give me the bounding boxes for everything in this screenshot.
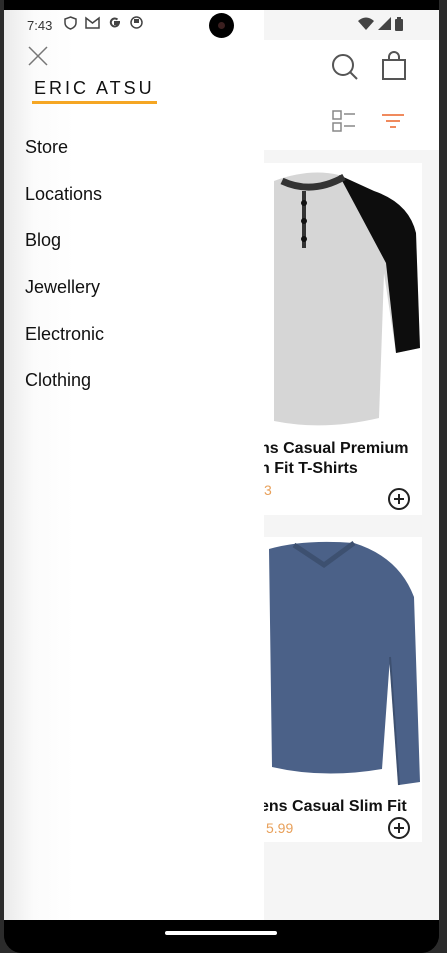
add-to-cart-icon[interactable] bbox=[387, 487, 411, 511]
front-camera bbox=[209, 13, 234, 38]
menu-item-store[interactable]: Store bbox=[25, 136, 104, 183]
menu-item-clothing[interactable]: Clothing bbox=[25, 369, 104, 416]
signal-icon bbox=[378, 17, 391, 30]
system-icons bbox=[358, 17, 403, 31]
menu-item-blog[interactable]: Blog bbox=[25, 229, 104, 276]
google-icon bbox=[109, 17, 121, 28]
product-price: 3 bbox=[264, 482, 272, 498]
status-bar: 7:43 bbox=[4, 10, 439, 40]
filter-icon[interactable] bbox=[381, 113, 405, 129]
status-time: 7:43 bbox=[27, 18, 53, 33]
drawer-menu: Store Locations Blog Jewellery Electroni… bbox=[25, 136, 104, 416]
menu-item-locations[interactable]: Locations bbox=[25, 183, 104, 230]
search-icon[interactable] bbox=[331, 53, 359, 81]
menu-item-jewellery[interactable]: Jewellery bbox=[25, 276, 104, 323]
notification-icons bbox=[64, 16, 143, 30]
list-view-icon[interactable] bbox=[332, 110, 356, 132]
product-title: n Fit T-Shirts bbox=[260, 460, 358, 477]
gmail-icon bbox=[85, 16, 100, 29]
battery-icon bbox=[395, 17, 403, 31]
system-navigation-bar bbox=[4, 920, 439, 953]
navigation-drawer: ERIC ATSU Store Locations Blog Jewellery… bbox=[4, 10, 264, 920]
phone-frame: ns Casual Premium n Fit T-Shirts 3 ens C… bbox=[4, 0, 439, 953]
product-price: 5.99 bbox=[266, 820, 294, 836]
close-icon[interactable] bbox=[26, 44, 50, 68]
brand-logo: ERIC ATSU bbox=[32, 78, 157, 104]
product-title: ns Casual Premium bbox=[260, 440, 409, 457]
app-icon bbox=[130, 16, 143, 29]
shield-icon bbox=[64, 16, 77, 30]
shopping-bag-icon[interactable] bbox=[381, 51, 407, 81]
home-gesture-handle[interactable] bbox=[165, 931, 277, 935]
add-to-cart-icon[interactable] bbox=[387, 816, 411, 840]
wifi-icon bbox=[358, 17, 374, 30]
screen: ns Casual Premium n Fit T-Shirts 3 ens C… bbox=[4, 10, 439, 920]
menu-item-electronic[interactable]: Electronic bbox=[25, 323, 104, 370]
product-title: ens Casual Slim Fit bbox=[260, 798, 407, 815]
